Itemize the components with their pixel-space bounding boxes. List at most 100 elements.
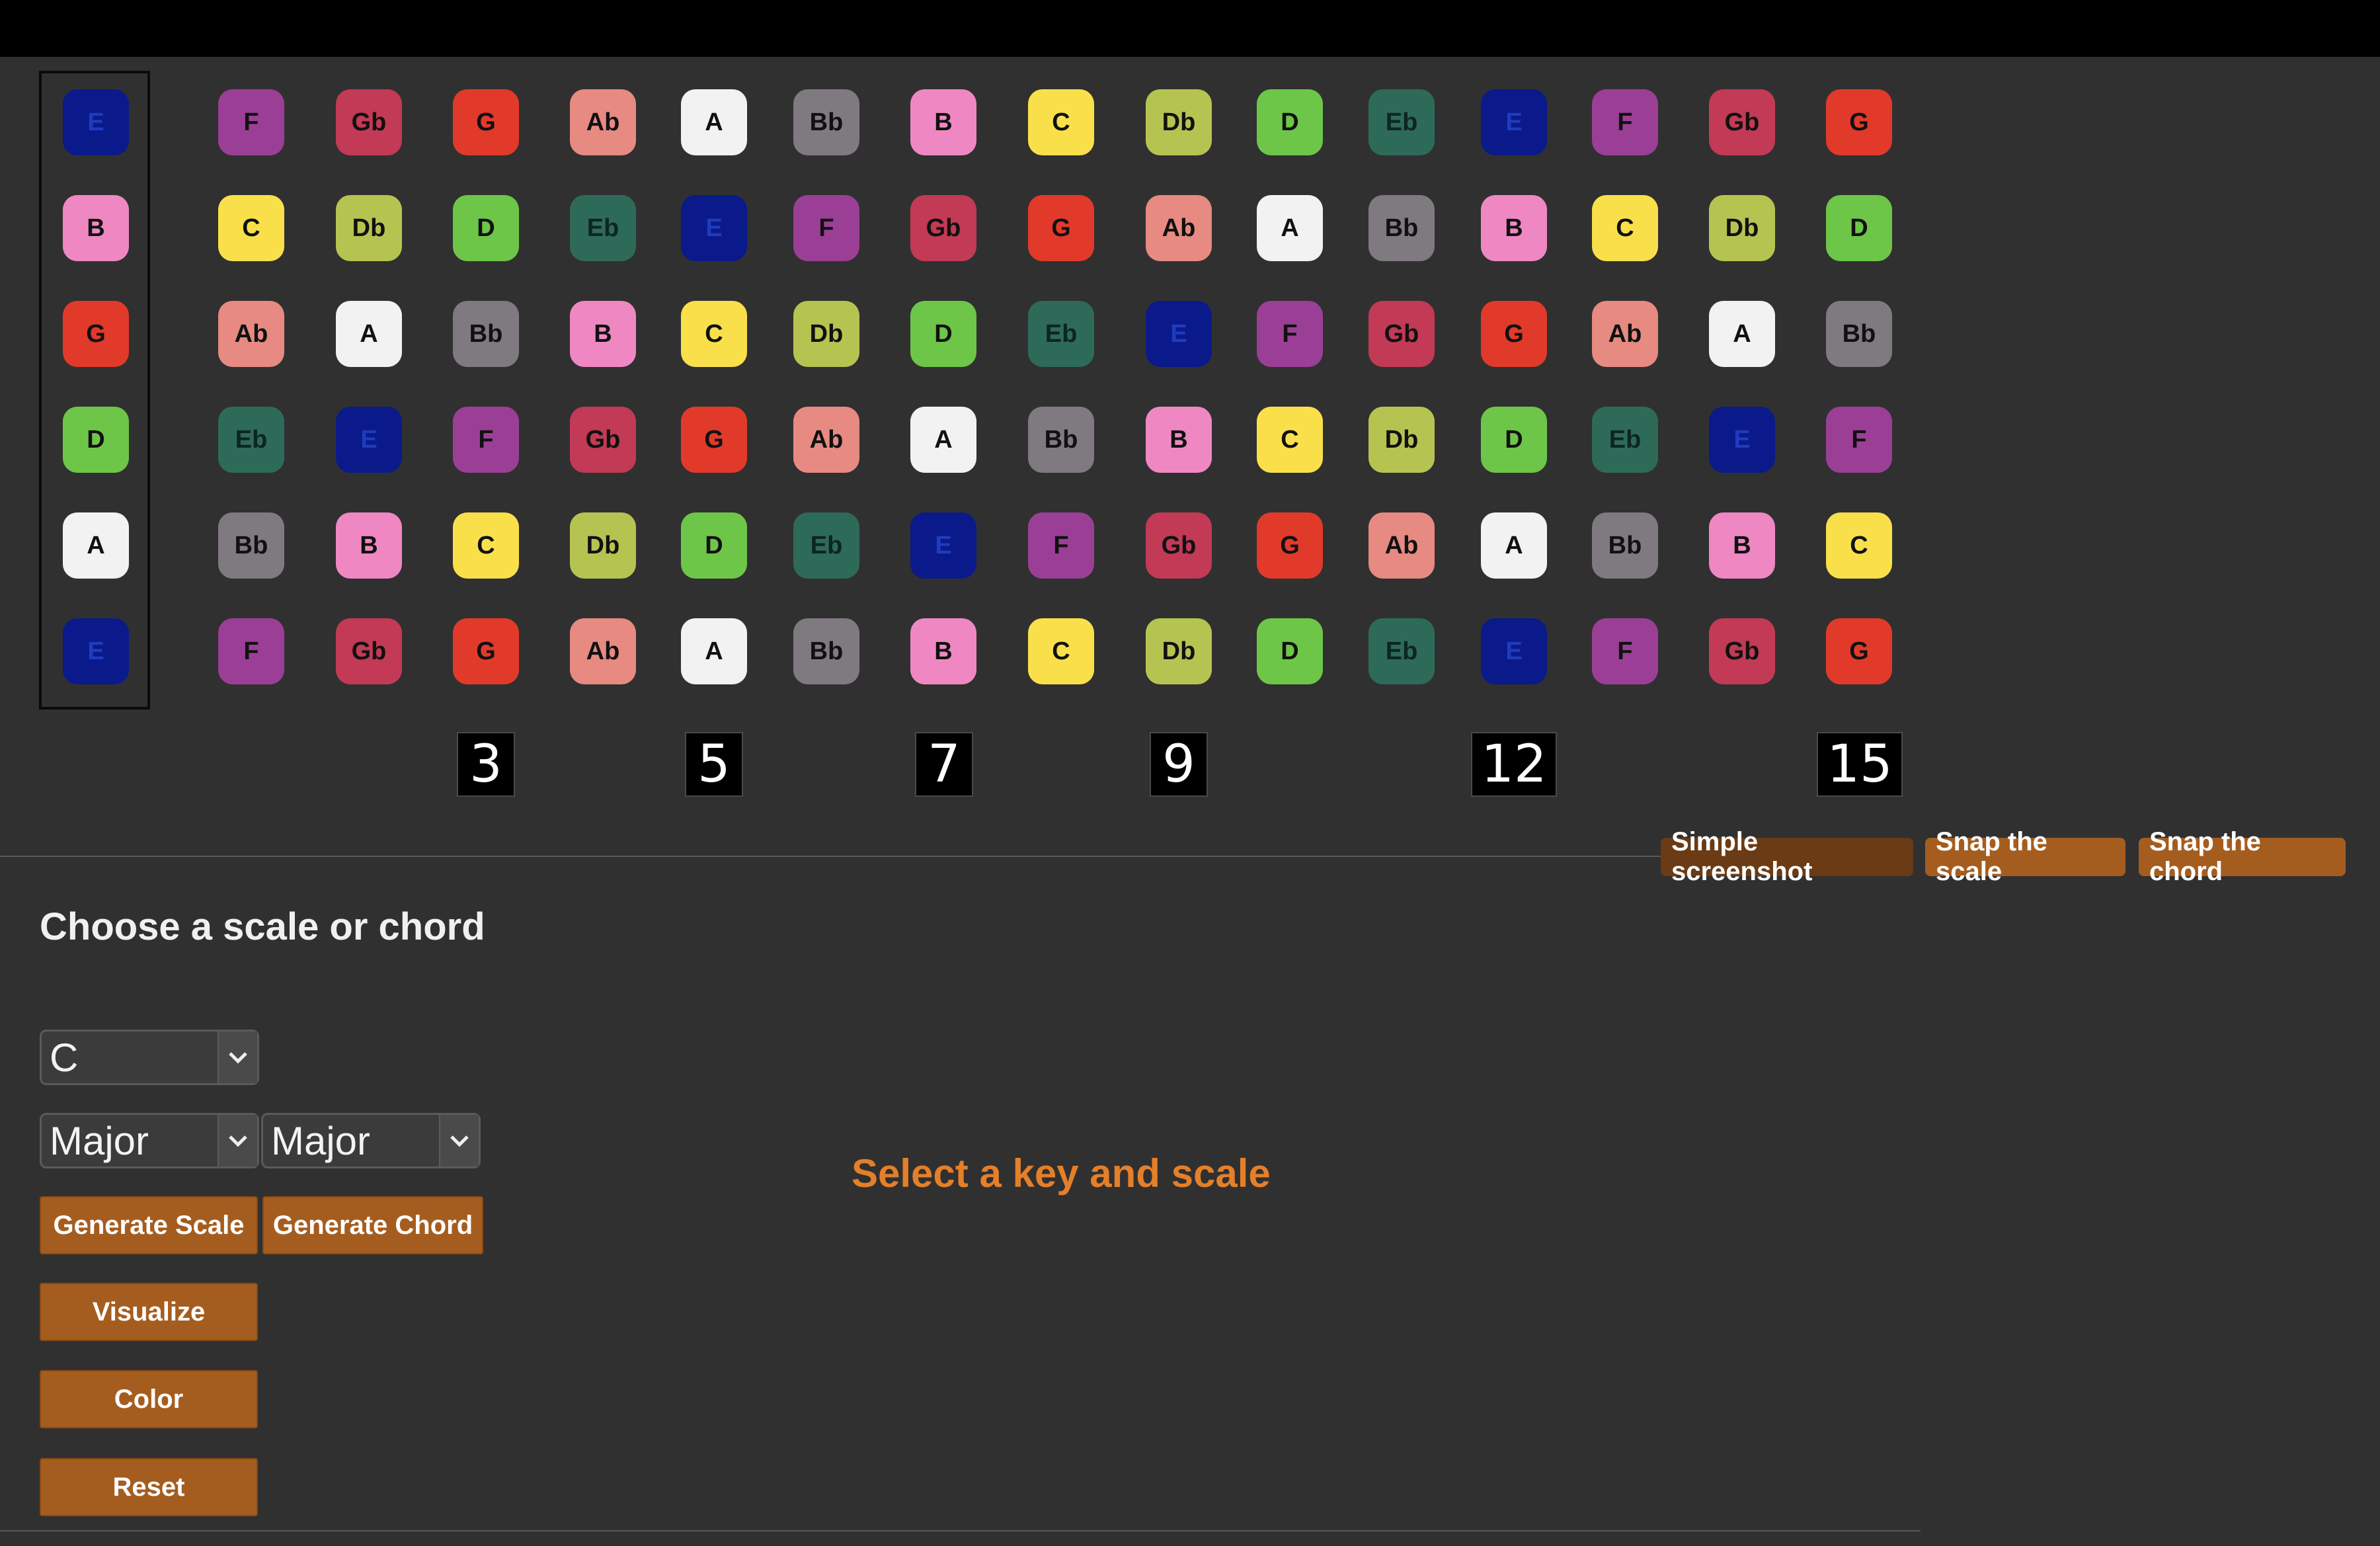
- fret-note[interactable]: Bb: [1592, 512, 1658, 579]
- fret-note[interactable]: F: [1028, 512, 1094, 579]
- fret-note[interactable]: Eb: [1028, 301, 1094, 367]
- fret-note[interactable]: F: [1592, 618, 1658, 684]
- reset-button[interactable]: Reset: [40, 1458, 258, 1516]
- fret-note[interactable]: E: [1709, 407, 1775, 473]
- fret-note[interactable]: G: [1028, 195, 1094, 261]
- fret-note[interactable]: C: [1592, 195, 1658, 261]
- fret-note[interactable]: Ab: [793, 407, 859, 473]
- open-string-note[interactable]: A: [63, 512, 129, 579]
- fret-note[interactable]: Bb: [1826, 301, 1892, 367]
- fret-note[interactable]: Gb: [570, 407, 636, 473]
- fret-note[interactable]: Ab: [1368, 512, 1435, 579]
- fret-note[interactable]: A: [681, 89, 747, 155]
- fret-note[interactable]: G: [1257, 512, 1323, 579]
- generate-chord-button[interactable]: Generate Chord: [262, 1196, 483, 1254]
- fret-note[interactable]: G: [1826, 618, 1892, 684]
- key-select[interactable]: C: [40, 1030, 259, 1085]
- fret-note[interactable]: F: [1257, 301, 1323, 367]
- fret-note[interactable]: E: [336, 407, 402, 473]
- open-string-note[interactable]: B: [63, 195, 129, 261]
- fret-note[interactable]: Gb: [336, 89, 402, 155]
- fret-note[interactable]: D: [453, 195, 519, 261]
- fret-note[interactable]: C: [1826, 512, 1892, 579]
- fret-note[interactable]: Db: [336, 195, 402, 261]
- fret-note[interactable]: Db: [1709, 195, 1775, 261]
- fret-note[interactable]: F: [1826, 407, 1892, 473]
- fret-note[interactable]: G: [681, 407, 747, 473]
- fret-note[interactable]: Db: [570, 512, 636, 579]
- fret-note[interactable]: A: [910, 407, 976, 473]
- fret-note[interactable]: E: [1146, 301, 1212, 367]
- fret-note[interactable]: C: [453, 512, 519, 579]
- fret-note[interactable]: Eb: [793, 512, 859, 579]
- fret-note[interactable]: E: [1481, 618, 1547, 684]
- fret-note[interactable]: C: [1028, 618, 1094, 684]
- open-string-note[interactable]: D: [63, 407, 129, 473]
- fret-note[interactable]: Bb: [1028, 407, 1094, 473]
- fret-note[interactable]: B: [1481, 195, 1547, 261]
- fret-note[interactable]: D: [1257, 89, 1323, 155]
- open-string-note[interactable]: G: [63, 301, 129, 367]
- fret-note[interactable]: B: [570, 301, 636, 367]
- fret-note[interactable]: F: [1592, 89, 1658, 155]
- fret-note[interactable]: A: [1709, 301, 1775, 367]
- fret-note[interactable]: G: [1481, 301, 1547, 367]
- fret-note[interactable]: Eb: [1592, 407, 1658, 473]
- fret-note[interactable]: D: [1826, 195, 1892, 261]
- fret-note[interactable]: A: [1481, 512, 1547, 579]
- fret-note[interactable]: D: [910, 301, 976, 367]
- fret-note[interactable]: E: [1481, 89, 1547, 155]
- fret-note[interactable]: Gb: [1709, 618, 1775, 684]
- fret-note[interactable]: B: [1709, 512, 1775, 579]
- fret-note[interactable]: F: [453, 407, 519, 473]
- fret-note[interactable]: Eb: [1368, 618, 1435, 684]
- fret-note[interactable]: Db: [1146, 618, 1212, 684]
- fret-note[interactable]: C: [1257, 407, 1323, 473]
- fret-note[interactable]: Db: [1146, 89, 1212, 155]
- fret-note[interactable]: Db: [1368, 407, 1435, 473]
- fret-note[interactable]: C: [681, 301, 747, 367]
- fret-note[interactable]: A: [336, 301, 402, 367]
- fret-note[interactable]: G: [453, 89, 519, 155]
- fret-note[interactable]: G: [453, 618, 519, 684]
- fret-note[interactable]: Ab: [1146, 195, 1212, 261]
- fret-note[interactable]: Eb: [570, 195, 636, 261]
- fret-note[interactable]: Ab: [570, 89, 636, 155]
- fret-note[interactable]: Gb: [1146, 512, 1212, 579]
- fret-note[interactable]: B: [910, 618, 976, 684]
- fret-note[interactable]: Gb: [910, 195, 976, 261]
- fret-note[interactable]: Bb: [793, 89, 859, 155]
- fret-note[interactable]: Eb: [218, 407, 284, 473]
- snap-chord-button[interactable]: Snap the chord: [2139, 827, 2346, 886]
- fret-note[interactable]: A: [1257, 195, 1323, 261]
- open-string-note[interactable]: E: [63, 618, 129, 684]
- fret-note[interactable]: C: [1028, 89, 1094, 155]
- open-string-note[interactable]: E: [63, 89, 129, 155]
- fret-note[interactable]: F: [793, 195, 859, 261]
- fret-note[interactable]: E: [681, 195, 747, 261]
- simple-screenshot-button[interactable]: Simple screenshot: [1661, 827, 1913, 886]
- fret-note[interactable]: Bb: [453, 301, 519, 367]
- fret-note[interactable]: Bb: [793, 618, 859, 684]
- fret-note[interactable]: G: [1826, 89, 1892, 155]
- fret-note[interactable]: Eb: [1368, 89, 1435, 155]
- fret-note[interactable]: Bb: [1368, 195, 1435, 261]
- color-button[interactable]: Color: [40, 1370, 258, 1428]
- fret-note[interactable]: Ab: [218, 301, 284, 367]
- fret-note[interactable]: F: [218, 89, 284, 155]
- visualize-button[interactable]: Visualize: [40, 1283, 258, 1341]
- fret-note[interactable]: Gb: [1368, 301, 1435, 367]
- fret-note[interactable]: A: [681, 618, 747, 684]
- fret-note[interactable]: B: [1146, 407, 1212, 473]
- fret-note[interactable]: D: [1257, 618, 1323, 684]
- fret-note[interactable]: D: [681, 512, 747, 579]
- fret-note[interactable]: Bb: [218, 512, 284, 579]
- snap-scale-button[interactable]: Snap the scale: [1925, 827, 2125, 886]
- generate-scale-button[interactable]: Generate Scale: [40, 1196, 258, 1254]
- fret-note[interactable]: F: [218, 618, 284, 684]
- scale-type-select[interactable]: Major: [40, 1113, 259, 1168]
- fret-note[interactable]: Ab: [1592, 301, 1658, 367]
- fret-note[interactable]: E: [910, 512, 976, 579]
- fret-note[interactable]: Db: [793, 301, 859, 367]
- chord-type-select[interactable]: Major: [261, 1113, 481, 1168]
